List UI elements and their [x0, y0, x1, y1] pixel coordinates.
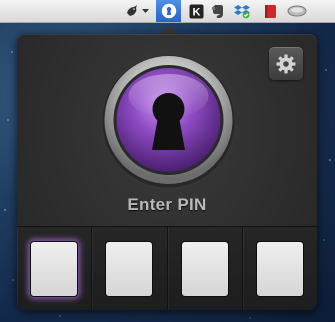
settings-button[interactable]	[269, 47, 303, 80]
dropdown-arrow-icon[interactable]	[141, 3, 150, 19]
keyhole-icon	[102, 55, 235, 188]
k-box-icon[interactable]: K	[188, 3, 204, 19]
pin-digit-3-field[interactable]	[181, 242, 228, 296]
pin-digit-2-field[interactable]	[106, 242, 153, 296]
unlock-panel: Enter PIN	[17, 34, 317, 310]
svg-text:K: K	[192, 6, 200, 18]
pin-cell	[92, 227, 168, 310]
bird-icon[interactable]	[124, 3, 140, 19]
pin-digit-4-field[interactable]	[256, 242, 303, 296]
pin-entry-row	[17, 226, 317, 310]
gear-icon	[276, 54, 296, 73]
drive-icon[interactable]	[287, 3, 307, 19]
lock-button[interactable]	[101, 54, 236, 189]
pin-cell	[168, 227, 243, 310]
menu-bar: K	[0, 0, 335, 23]
pin-cell	[17, 227, 93, 310]
pin-digit-1-field[interactable]	[31, 242, 78, 296]
pin-cell	[243, 227, 317, 310]
red-book-icon[interactable]	[262, 3, 278, 19]
onepassword-keyhole-icon	[161, 3, 176, 19]
dropbox-sync-icon[interactable]	[233, 3, 251, 19]
evernote-icon[interactable]	[210, 3, 226, 19]
enter-pin-label: Enter PIN	[127, 195, 207, 214]
onepassword-menu-item[interactable]	[156, 0, 181, 22]
